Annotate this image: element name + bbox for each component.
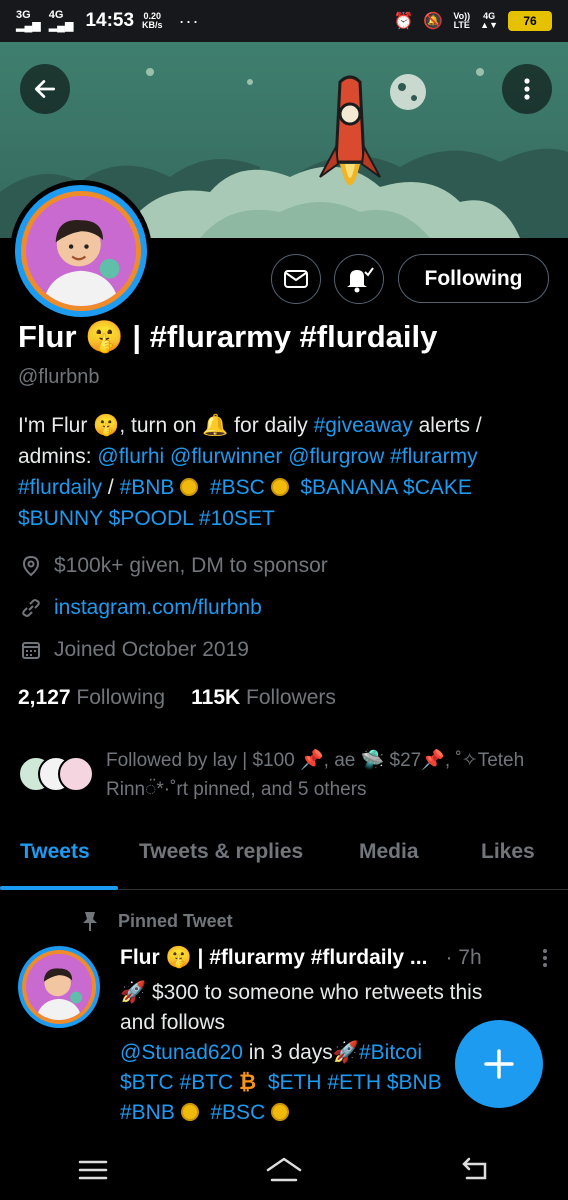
profile-tabs: Tweets Tweets & replies Media Likes [0,826,568,890]
mention-links[interactable]: @flurhi @flurwinner @flurgrow #flurarmy [97,445,477,468]
more-notifications-icon: ··· [178,10,200,31]
more-vertical-icon [524,78,530,100]
tweet-time: · 7h [445,946,482,969]
link-icon [22,599,40,617]
mute-notifications-icon: 🔕 [423,13,444,30]
tab-tweets[interactable]: Tweets [20,840,90,864]
hashtag-link[interactable]: #BSC [210,1101,265,1124]
message-button[interactable] [271,254,321,304]
profile-location: $100k+ given, DM to sponsor [20,554,328,578]
notifications-button[interactable] [334,254,384,304]
back-button[interactable] [20,64,70,114]
followers-count-link[interactable]: 115K Followers [191,686,336,710]
website-link[interactable]: instagram.com/flurbnb [54,596,262,620]
tweet-avatar[interactable] [18,946,100,1028]
signal-4g-icon: 4G ▂▄▆ [48,9,74,32]
system-navigation-bar [0,1140,568,1200]
bnb-coin-icon [180,478,199,496]
follow-stats: 2,127 Following 115K Followers [18,686,336,710]
cashtag-links[interactable]: $ETH #ETH $BNB [268,1071,442,1094]
bnb-coin-icon [180,1103,199,1121]
home-icon[interactable] [264,1156,304,1184]
tweet-menu-button[interactable] [542,948,548,974]
plus-icon [484,1049,514,1079]
tweet-header: Flur 🤫 | #flurarmy #flurdaily ... · 7h [120,946,550,970]
network-speed: 0.20 KB/s [142,10,163,30]
arrow-left-icon [34,80,56,98]
more-options-button[interactable] [502,64,552,114]
profile-avatar[interactable] [10,180,152,322]
hashtag-link[interactable]: #giveaway [314,414,413,437]
back-nav-icon[interactable] [459,1156,491,1184]
clock: 14:53 [85,10,135,31]
pinned-tweet-label: Pinned Tweet [80,910,233,932]
avatar [58,756,94,792]
location-pin-icon [22,555,40,577]
hashtag-link[interactable]: #BNB [120,476,175,499]
alarm-icon: ⏰ [393,13,414,30]
active-tab-indicator [0,886,118,890]
envelope-icon [284,270,308,288]
avatar-illustration [26,196,136,306]
profile-name: Flur 🤫 | #flurarmy #flurdaily [18,319,438,354]
compose-tweet-button[interactable] [455,1020,543,1108]
bell-check-icon [347,267,374,293]
tab-likes[interactable]: Likes [481,840,535,864]
profile-website: instagram.com/flurbnb [20,596,262,620]
battery-icon: 76 [508,11,552,31]
bitcoin-icon: ₿ [239,1071,257,1094]
cashtag-links[interactable]: $BUNNY $POODL #10SET [18,507,275,530]
tab-media[interactable]: Media [359,840,419,864]
cashtag-links[interactable]: $BTC #BTC [120,1071,233,1094]
bnb-coin-icon [271,1103,290,1121]
menu-icon[interactable] [77,1158,109,1182]
tweet-author[interactable]: Flur 🤫 | #flurarmy #flurdaily ... [120,946,427,970]
followed-by[interactable]: Followed by lay | $100 📌, ae 🛸 $27📌, ˚✧T… [18,746,558,806]
signal-4g2-icon: 4G ▲▼ [480,10,498,30]
bnb-coin-icon [270,478,289,496]
profile-joined: Joined October 2019 [20,638,249,662]
profile-handle: @flurbnb [18,366,100,388]
hashtag-link[interactable]: #Bitcoi [359,1041,422,1064]
calendar-icon [22,642,40,659]
hashtag-link[interactable]: #BNB [120,1101,175,1124]
hashtag-link[interactable]: #BSC [210,476,265,499]
followed-by-text: Followed by lay | $100 📌, ae 🛸 $27📌, ˚✧T… [106,750,525,800]
avatar-illustration [26,954,92,1020]
pin-icon [83,912,97,931]
more-vertical-icon [543,949,547,967]
profile-bio: I'm Flur 🤫, turn on 🔔 for daily #giveawa… [18,414,482,530]
hashtag-link[interactable]: #flurdaily [18,476,102,499]
following-count-link[interactable]: 2,127 Following [18,686,165,710]
signal-3g-icon: 3G ▂▄▆ [16,9,41,32]
volte-icon: Vo)) LTE [453,10,471,30]
status-bar: 3G ▂▄▆ 4G ▂▄▆ 14:53 0.20 KB/s ··· ⏰ 🔕 Vo)) L… [0,0,568,42]
mention-link[interactable]: @Stunad620 [120,1041,243,1064]
cashtag-links[interactable]: $BANANA $CAKE [300,476,472,499]
following-button[interactable]: Following [398,254,549,303]
tab-tweets-and-replies[interactable]: Tweets & replies [139,840,303,864]
